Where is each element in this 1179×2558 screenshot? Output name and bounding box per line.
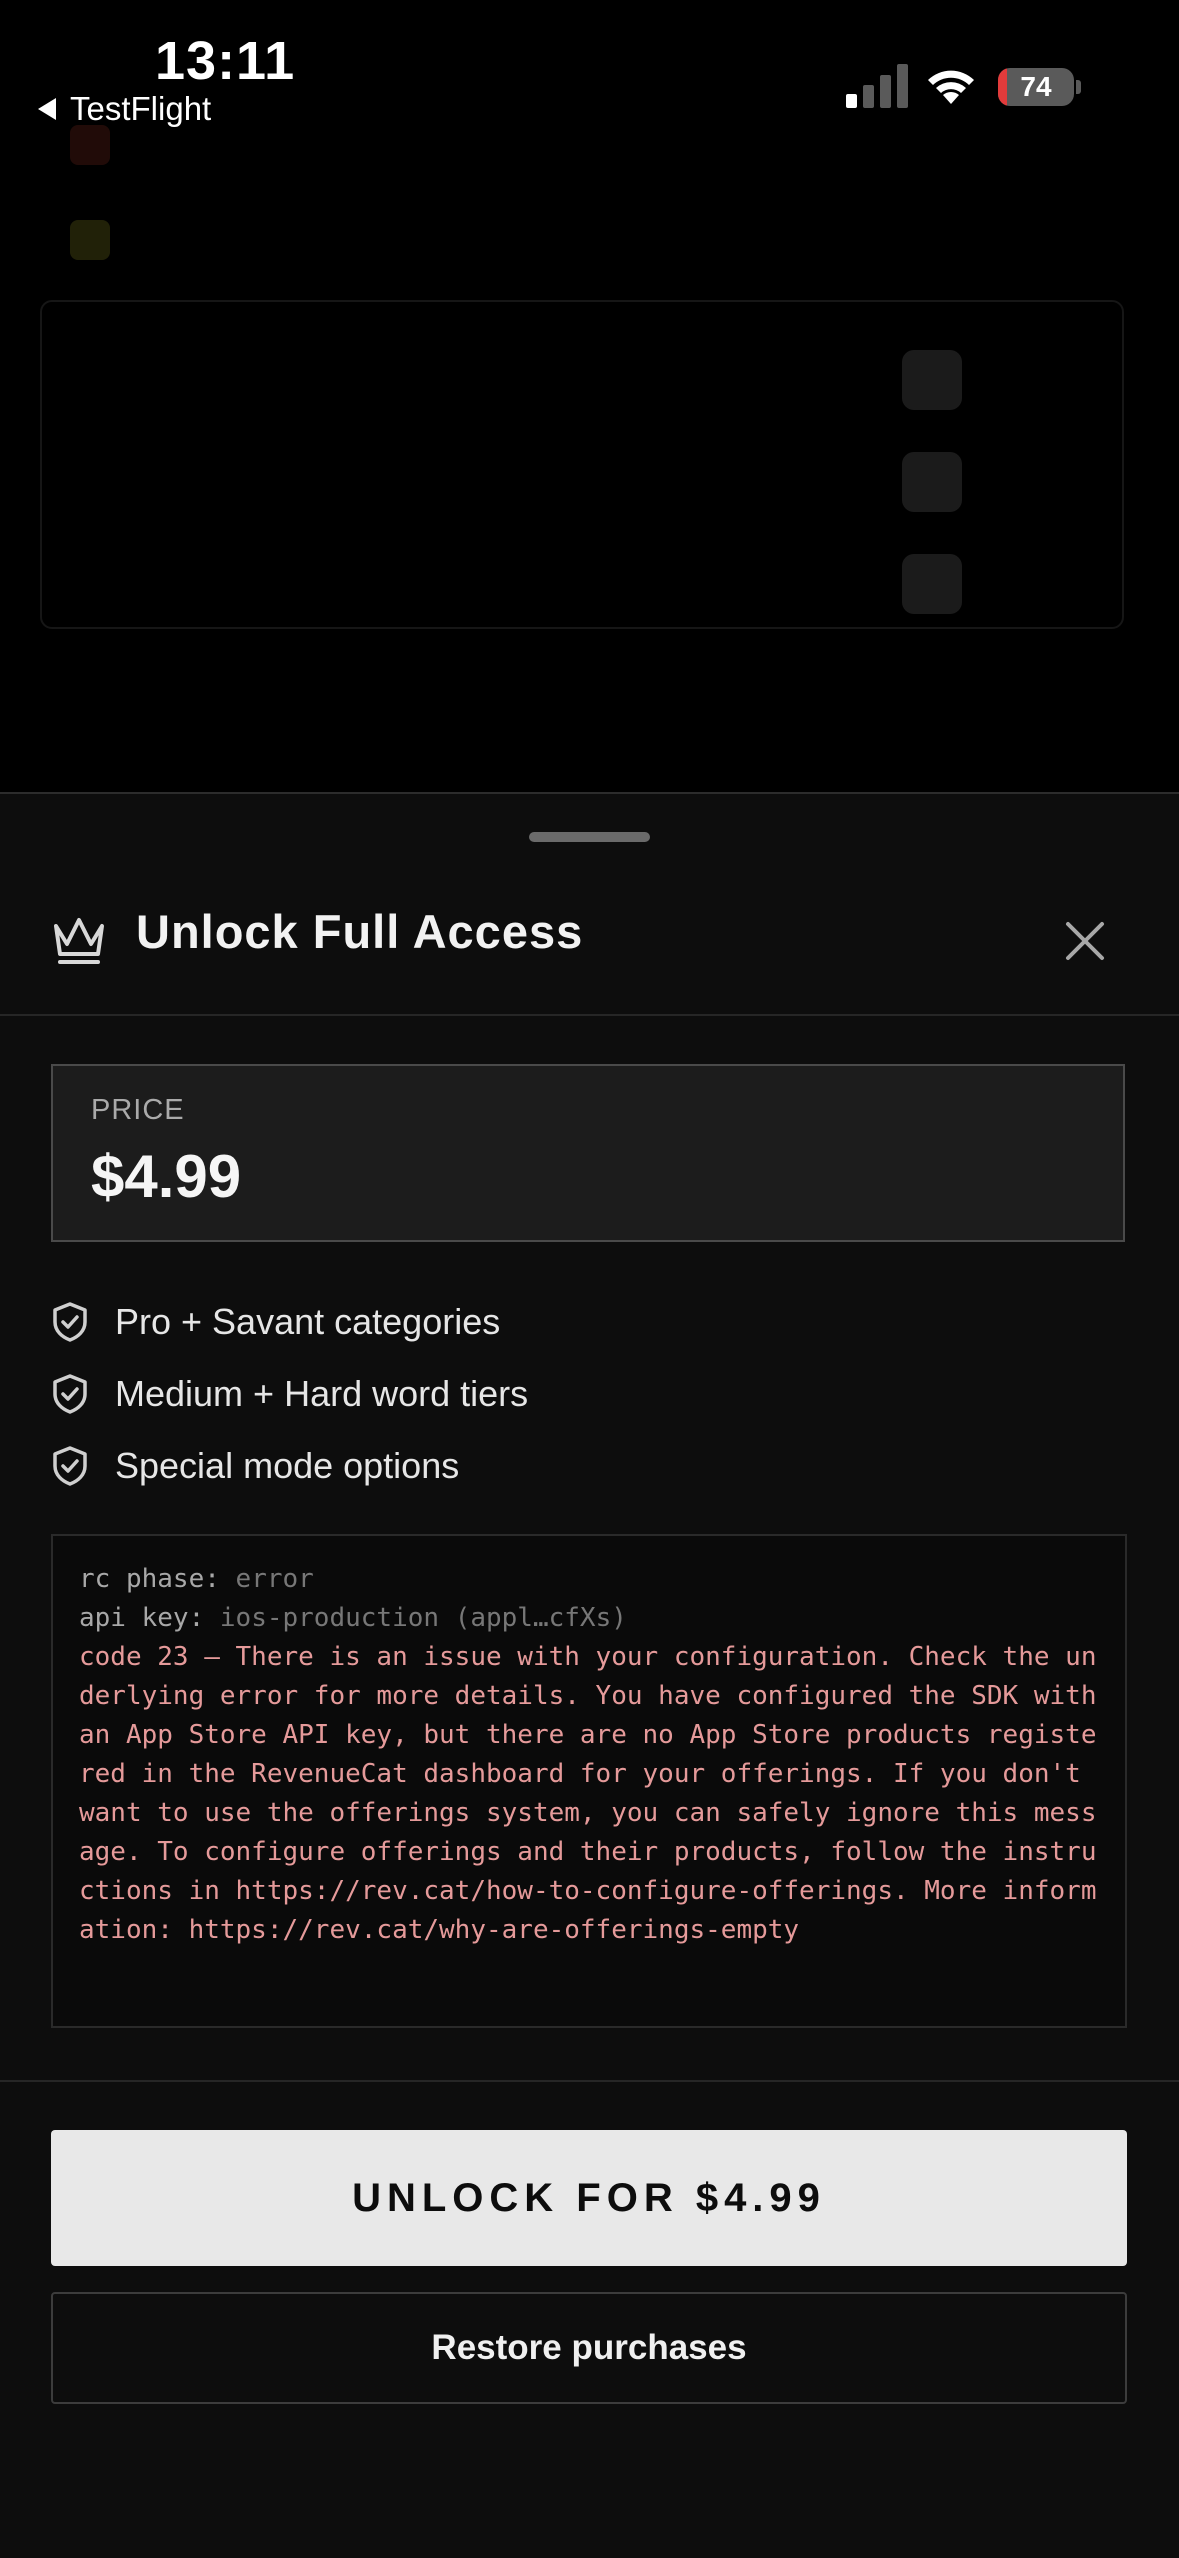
crown-icon bbox=[54, 918, 104, 964]
footer-divider bbox=[0, 2080, 1179, 2082]
debug-error-message: code 23 — There is an issue with your co… bbox=[79, 1642, 1113, 1945]
debug-api-key-label: api key: bbox=[79, 1603, 205, 1633]
debug-info-panel: rc phase: error api key: ios-production … bbox=[51, 1534, 1127, 2028]
shield-check-icon bbox=[53, 1446, 87, 1486]
shield-check-icon bbox=[53, 1302, 87, 1342]
shield-check-icon bbox=[53, 1374, 87, 1414]
price-value: $4.99 bbox=[91, 1143, 242, 1210]
feature-list: Pro + Savant categories Medium + Hard wo… bbox=[51, 1286, 528, 1502]
feature-label: Special mode options bbox=[115, 1445, 460, 1486]
battery-icon: 74 bbox=[998, 68, 1074, 106]
debug-phase-key: rc phase: bbox=[79, 1564, 220, 1594]
price-card: PRICE $4.99 bbox=[51, 1064, 1125, 1242]
battery-cap bbox=[1076, 80, 1081, 94]
background-toggle bbox=[902, 554, 962, 614]
debug-phase-line: rc phase: error bbox=[79, 1560, 1101, 1599]
background-row-icon bbox=[70, 220, 110, 260]
close-button[interactable] bbox=[1062, 918, 1108, 964]
debug-phase-value: error bbox=[235, 1564, 314, 1594]
background-toggle bbox=[902, 452, 962, 512]
wifi-icon bbox=[928, 70, 974, 104]
paywall-sheet: Unlock Full Access PRICE $4.99 Pro + Sav… bbox=[0, 792, 1179, 2558]
back-arrow-icon bbox=[38, 98, 56, 120]
sheet-grabber[interactable] bbox=[529, 832, 650, 842]
feature-label: Pro + Savant categories bbox=[115, 1301, 501, 1342]
status-time: 13:11 bbox=[155, 31, 296, 91]
status-bar: 13:11 TestFlight 74 bbox=[0, 0, 1179, 140]
battery-level: 74 bbox=[1020, 71, 1052, 102]
background-row bbox=[70, 210, 110, 270]
restore-purchases-button[interactable]: Restore purchases bbox=[51, 2292, 1127, 2404]
sheet-header: Unlock Full Access bbox=[0, 854, 1179, 1016]
feature-item: Medium + Hard word tiers bbox=[51, 1358, 528, 1430]
back-app-label: TestFlight bbox=[70, 90, 212, 127]
sheet-title: Unlock Full Access bbox=[136, 905, 584, 958]
debug-api-key-value: ios-production (appl…cfXs) bbox=[219, 1603, 627, 1633]
background-toggle bbox=[902, 350, 962, 410]
feature-item: Pro + Savant categories bbox=[51, 1286, 528, 1358]
price-label: PRICE bbox=[91, 1094, 185, 1126]
feature-label: Medium + Hard word tiers bbox=[115, 1373, 529, 1414]
background-card bbox=[40, 300, 1124, 629]
unlock-button[interactable]: UNLOCK FOR $4.99 bbox=[51, 2130, 1127, 2266]
back-to-testflight-button[interactable]: TestFlight bbox=[38, 90, 211, 128]
feature-item: Special mode options bbox=[51, 1430, 528, 1502]
debug-api-key-line: api key: ios-production (appl…cfXs) bbox=[79, 1599, 1101, 1638]
cellular-signal-icon bbox=[846, 64, 908, 108]
